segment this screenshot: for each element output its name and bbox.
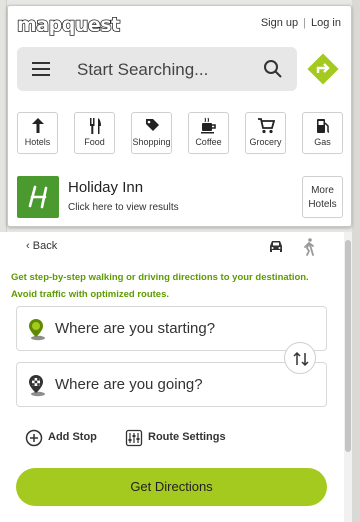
category-label: Coffee	[195, 137, 222, 147]
more-hotels-label-1: More	[311, 185, 334, 196]
menu-button[interactable]	[17, 47, 65, 91]
destination-flag-pin-icon	[29, 375, 45, 397]
get-directions-button[interactable]: Get Directions	[16, 468, 327, 506]
tagline-line-2: Avoid traffic with optimized routes.	[11, 289, 169, 300]
route-settings-label: Route Settings	[148, 431, 226, 443]
chevron-left-icon: ‹	[26, 240, 33, 252]
walking-icon[interactable]	[302, 238, 316, 256]
start-location-field[interactable]: Where are you starting?	[16, 306, 327, 351]
directions-diamond-icon[interactable]	[307, 53, 339, 85]
category-shortcuts: Hotels Food Shopping Coffee Grocery Gas	[17, 112, 345, 154]
category-label: Hotels	[24, 137, 51, 147]
sliders-icon	[125, 429, 143, 447]
add-stop-label: Add Stop	[48, 431, 97, 443]
panel-scrollbar-thumb[interactable]	[345, 240, 351, 452]
hotel-icon	[31, 118, 44, 133]
route-settings-button[interactable]: Route Settings	[125, 429, 226, 447]
auth-links: Sign up | Log in	[261, 17, 341, 29]
category-food[interactable]: Food	[74, 112, 115, 154]
add-stop-button[interactable]: Add Stop	[25, 429, 97, 447]
back-button[interactable]: ‹ Back	[26, 240, 57, 252]
holiday-inn-h-icon	[28, 185, 48, 209]
destination-input[interactable]: Where are you going?	[55, 376, 203, 393]
coffee-icon	[200, 117, 216, 134]
more-hotels-button[interactable]: More Hotels	[302, 176, 343, 218]
gas-pump-icon	[316, 119, 329, 133]
swap-locations-button[interactable]	[284, 342, 316, 374]
directions-tagline: Get step-by-step walking or driving dire…	[11, 269, 331, 303]
search-header-card: mapquest Sign up | Log in Start Searching.…	[7, 5, 352, 227]
category-label: Food	[84, 137, 105, 147]
food-icon	[89, 118, 101, 134]
car-icon[interactable]	[268, 240, 284, 254]
map-background-right[interactable]	[352, 0, 360, 522]
sign-up-link[interactable]: Sign up	[261, 17, 298, 29]
start-pin-icon	[29, 319, 45, 341]
category-gas[interactable]: Gas	[302, 112, 343, 154]
directions-panel: ‹ Back Get step-by-step walking or drivi…	[0, 232, 344, 522]
add-circle-icon	[25, 429, 43, 447]
search-bar[interactable]: Start Searching...	[17, 47, 297, 91]
grocery-cart-icon	[257, 118, 275, 134]
ad-title[interactable]: Holiday Inn	[68, 179, 143, 196]
shopping-tag-icon	[145, 119, 159, 131]
category-hotels[interactable]: Hotels	[17, 112, 58, 154]
swap-arrows-icon	[293, 351, 309, 367]
start-input[interactable]: Where are you starting?	[55, 320, 215, 337]
more-hotels-label-2: Hotels	[308, 199, 337, 210]
category-label: Gas	[314, 137, 331, 147]
mapquest-logo[interactable]: mapquest	[16, 13, 121, 37]
log-in-link[interactable]: Log in	[311, 17, 341, 29]
search-icon[interactable]	[263, 59, 283, 79]
destination-field[interactable]: Where are you going?	[16, 362, 327, 407]
category-label: Grocery	[249, 137, 282, 147]
holiday-inn-logo[interactable]	[17, 176, 59, 218]
search-input[interactable]: Start Searching...	[77, 60, 208, 80]
category-coffee[interactable]: Coffee	[188, 112, 229, 154]
holiday-inn-ad[interactable]: Holiday Inn Click here to view results M…	[17, 176, 343, 218]
category-label: Shopping	[132, 137, 171, 147]
ad-subtitle[interactable]: Click here to view results	[68, 202, 179, 213]
back-label: Back	[32, 240, 58, 252]
category-grocery[interactable]: Grocery	[245, 112, 286, 154]
category-shopping[interactable]: Shopping	[131, 112, 172, 154]
auth-separator: |	[303, 17, 307, 29]
hamburger-icon	[32, 62, 50, 64]
tagline-line-1: Get step-by-step walking or driving dire…	[11, 272, 309, 283]
